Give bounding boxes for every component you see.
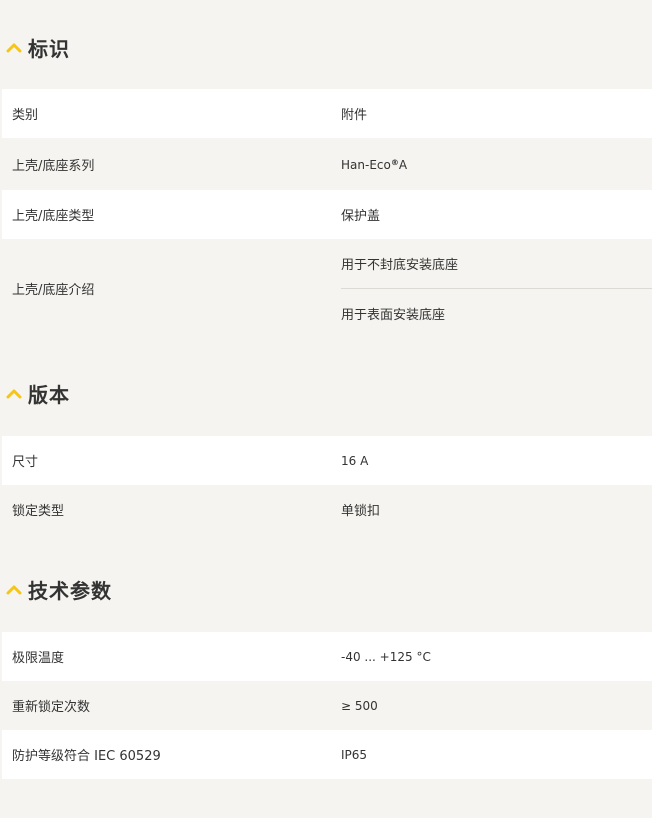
- table-row: 防护等级符合 IEC 60529 IP65: [2, 730, 652, 779]
- row-value: 16 A: [341, 453, 369, 468]
- value-tail: A: [398, 158, 408, 172]
- row-value: 单锁扣: [341, 504, 381, 519]
- row-value: -40 ... +125 °C: [341, 649, 431, 664]
- table-row: 上壳/底座系列 Han-Eco ® A: [2, 138, 652, 190]
- row-label: 锁定类型: [12, 504, 65, 519]
- row-label: 类别: [12, 108, 39, 123]
- spec-table-version: 尺寸 16 A 锁定类型 单锁扣: [2, 436, 652, 534]
- row-value: ≥ 500: [341, 698, 378, 713]
- row-label: 上壳/底座介绍: [12, 283, 95, 298]
- row-label: 尺寸: [12, 455, 39, 470]
- table-row: 极限温度 -40 ... +125 °C: [2, 632, 652, 681]
- section-title: 版本: [28, 382, 70, 407]
- row-values: 用于不封底安装底座 用于表面安装底座: [341, 239, 652, 338]
- table-row: 尺寸 16 A: [2, 436, 652, 485]
- table-row: 锁定类型 单锁扣: [2, 485, 652, 534]
- row-value: 附件: [341, 108, 368, 123]
- row-label: 上壳/底座系列: [12, 158, 95, 174]
- section-header-version[interactable]: 版本: [0, 373, 70, 413]
- section-header-identification[interactable]: 标识: [0, 27, 70, 67]
- chevron-up-icon[interactable]: [2, 37, 26, 57]
- section-title: 技术参数: [28, 578, 112, 603]
- table-row: 重新锁定次数 ≥ 500: [2, 681, 652, 730]
- row-value: 保护盖: [341, 209, 381, 224]
- spec-table-technical: 极限温度 -40 ... +125 °C 重新锁定次数 ≥ 500 防护等级符合…: [2, 632, 652, 779]
- row-label: 上壳/底座类型: [12, 209, 95, 224]
- row-value: 用于表面安装底座: [341, 308, 446, 323]
- section-title: 标识: [28, 36, 70, 61]
- table-row: 上壳/底座类型 保护盖: [2, 190, 652, 239]
- row-value: 用于不封底安装底座: [341, 258, 459, 273]
- value-main: Han-Eco: [341, 158, 391, 172]
- row-label: 防护等级符合 IEC 60529: [12, 749, 161, 764]
- table-row: 类别 附件: [2, 89, 652, 138]
- chevron-up-icon[interactable]: [2, 383, 26, 403]
- section-header-technical[interactable]: 技术参数: [0, 569, 112, 609]
- registered-mark: ®: [390, 157, 399, 167]
- row-value: Han-Eco ® A: [341, 140, 407, 190]
- row-label: 重新锁定次数: [12, 700, 91, 715]
- table-row: 上壳/底座介绍 用于不封底安装底座 用于表面安装底座: [2, 239, 652, 338]
- spec-table-identification: 类别 附件 上壳/底座系列 Han-Eco ® A 上壳/底座类型 保护盖 上壳/…: [2, 89, 652, 338]
- chevron-up-icon[interactable]: [2, 579, 26, 599]
- row-value: IP65: [341, 747, 368, 762]
- row-label: 极限温度: [12, 651, 65, 666]
